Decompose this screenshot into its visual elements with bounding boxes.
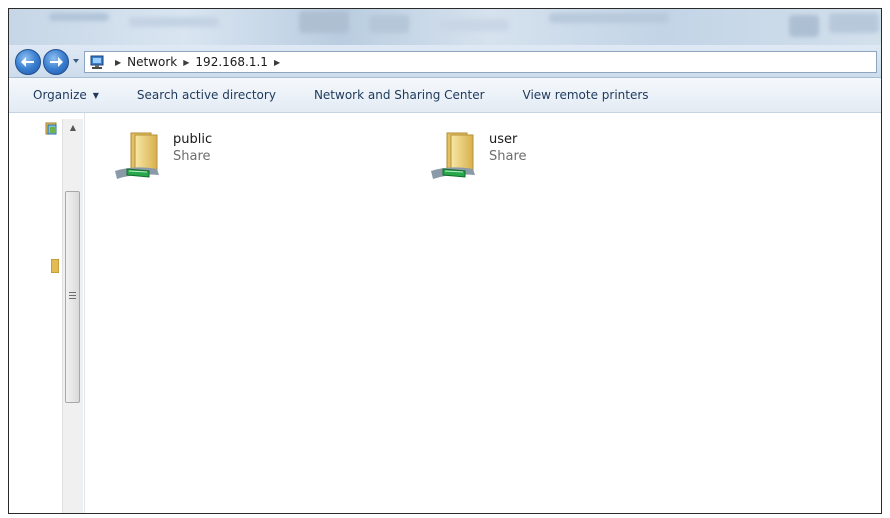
forward-button[interactable] xyxy=(43,49,69,75)
navigation-bar: ▶ Network ▶ 192.168.1.1 ▶ xyxy=(9,45,881,78)
explorer-window: ▶ Network ▶ 192.168.1.1 ▶ Organize ▼ Sea… xyxy=(8,8,882,514)
share-type: Share xyxy=(489,149,527,164)
address-bar[interactable]: ▶ Network ▶ 192.168.1.1 ▶ xyxy=(84,51,877,73)
file-list: public Share user Share xyxy=(85,113,881,513)
breadcrumb-host[interactable]: 192.168.1.1 xyxy=(195,55,268,69)
share-type: Share xyxy=(173,149,211,164)
share-name: user xyxy=(489,132,518,147)
network-computer-icon xyxy=(90,55,104,69)
back-button[interactable] xyxy=(15,49,41,75)
libraries-icon[interactable] xyxy=(45,121,59,135)
organize-menu[interactable]: Organize ▼ xyxy=(9,78,111,112)
share-item-user[interactable]: user Share xyxy=(425,125,527,187)
network-share-folder-icon xyxy=(425,125,487,187)
share-item-public[interactable]: public Share xyxy=(109,125,212,187)
breadcrumb-separator[interactable]: ▶ xyxy=(115,58,121,67)
network-sharing-center-button[interactable]: Network and Sharing Center xyxy=(302,78,497,112)
title-bar xyxy=(9,9,881,45)
folder-icon[interactable] xyxy=(51,259,59,273)
chevron-down-icon: ▼ xyxy=(92,90,99,100)
breadcrumb-network[interactable]: Network xyxy=(127,55,177,69)
search-active-directory-button[interactable]: Search active directory xyxy=(125,78,288,112)
thumb-grip xyxy=(69,292,76,301)
organize-label: Organize xyxy=(33,88,87,102)
recent-pages-dropdown[interactable] xyxy=(72,57,80,65)
scroll-up-arrow-icon[interactable]: ▲ xyxy=(63,119,83,135)
forward-arrow-icon xyxy=(50,57,63,67)
view-remote-printers-button[interactable]: View remote printers xyxy=(511,78,661,112)
back-arrow-icon xyxy=(21,57,34,67)
navigation-pane: ▲ xyxy=(9,113,85,513)
breadcrumb-separator[interactable]: ▶ xyxy=(183,58,189,67)
network-share-folder-icon xyxy=(109,125,171,187)
breadcrumb-separator[interactable]: ▶ xyxy=(274,58,280,67)
command-bar: Organize ▼ Search active directory Netwo… xyxy=(9,78,881,113)
scrollbar-thumb[interactable] xyxy=(65,191,80,403)
share-name: public xyxy=(173,132,213,147)
nav-scrollbar[interactable]: ▲ xyxy=(62,119,83,513)
